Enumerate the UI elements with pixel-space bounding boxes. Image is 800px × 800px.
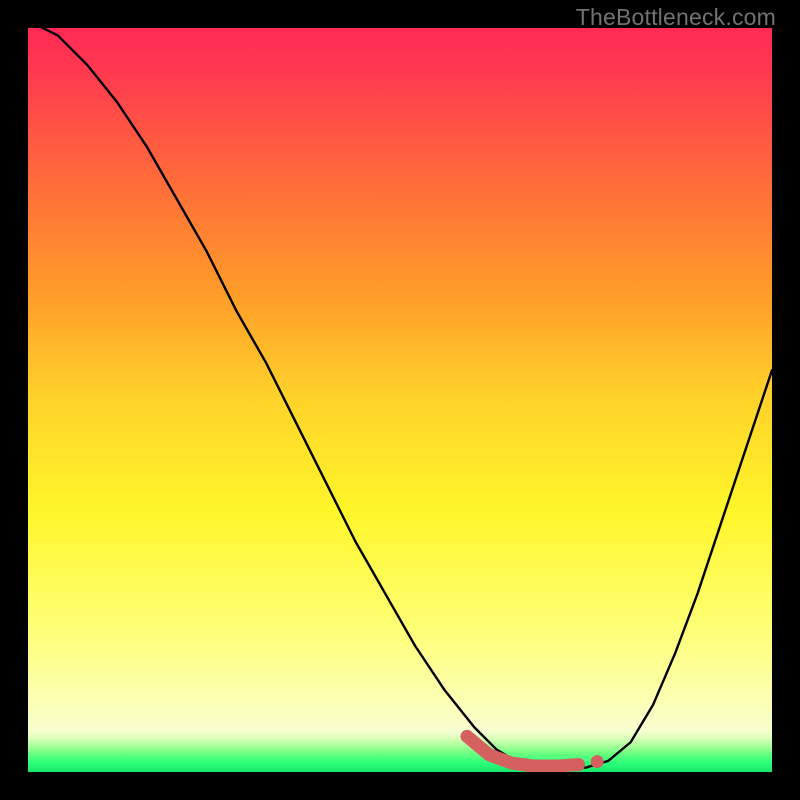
bottleneck-curve-svg <box>28 28 772 772</box>
watermark-text: TheBottleneck.com <box>576 4 776 31</box>
bottleneck-curve <box>28 28 772 768</box>
chart-container: TheBottleneck.com <box>0 0 800 800</box>
optimal-point-marker <box>591 755 604 768</box>
plot-area <box>28 28 772 772</box>
optimal-range-marker <box>467 736 579 766</box>
